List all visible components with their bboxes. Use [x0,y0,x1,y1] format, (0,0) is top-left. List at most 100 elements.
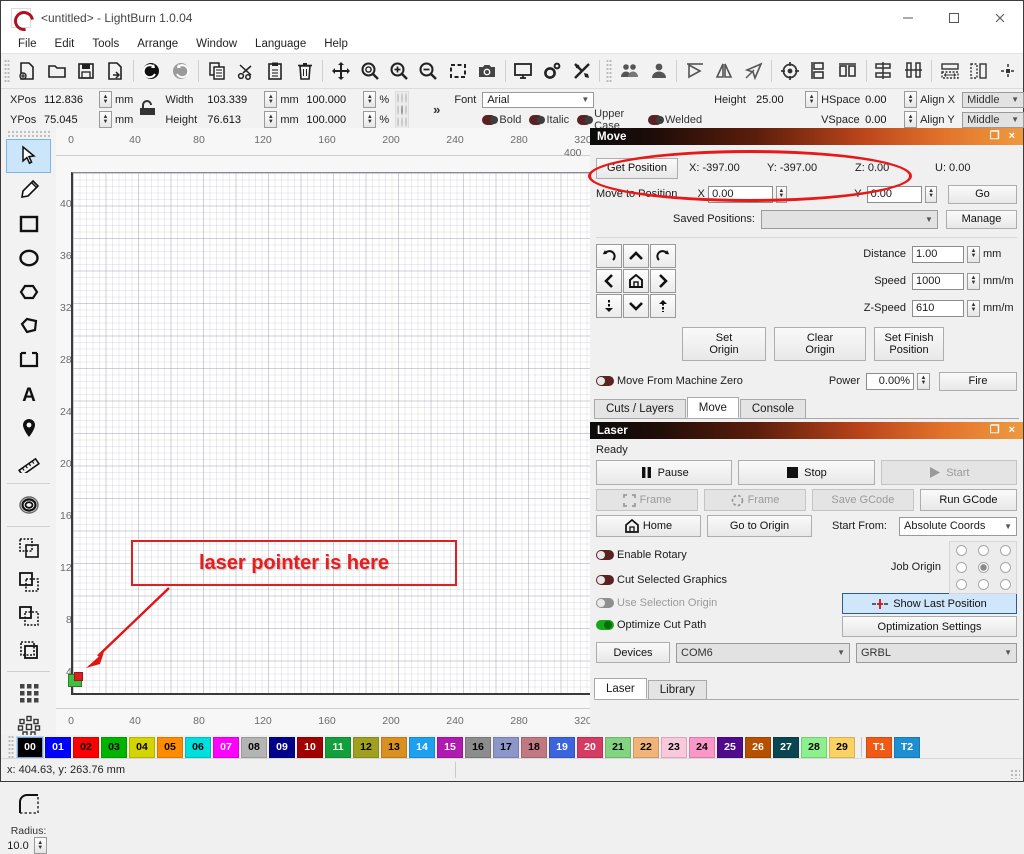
palette-swatch-25[interactable]: 25 [717,736,743,758]
tab-cuts-layers[interactable]: Cuts / Layers [594,399,686,418]
cut-button[interactable] [231,56,260,86]
center-page-button[interactable] [994,56,1023,86]
zspeed-stepper[interactable]: ▲ ▼ [967,299,980,317]
zspeed-input[interactable]: 610 [912,299,964,317]
work-area[interactable] [71,172,590,695]
anchor-point-grid[interactable] [395,90,410,129]
go-to-origin-button[interactable]: Go to Origin [707,515,812,537]
fillet-tool[interactable] [6,787,51,821]
start-from-select[interactable]: Absolute Coords ▼ [899,516,1017,536]
vspace-value[interactable]: 0.00 [865,114,901,126]
palette-swatch-15[interactable]: 15 [437,736,463,758]
palette-swatch-06[interactable]: 06 [185,736,211,758]
set-origin-button[interactable]: Set Origin [682,327,766,361]
tab-laser[interactable]: Laser [594,678,647,699]
radius-stepper[interactable]: ▲ ▼ [33,837,47,854]
flip-vertical-button[interactable] [710,56,739,86]
redo-button[interactable] [166,56,195,86]
palette-swatch-21[interactable]: 21 [605,736,631,758]
toolbar-grip[interactable] [606,59,612,83]
jog-rotate-cw[interactable] [650,244,676,268]
palette-swatch-05[interactable]: 05 [157,736,183,758]
measure-tool[interactable] [6,445,51,479]
frame-select-button[interactable] [443,56,472,86]
text-tool[interactable]: A [6,377,51,411]
palette-swatch-28[interactable]: 28 [801,736,827,758]
manage-button[interactable]: Manage [945,209,1017,229]
palette-swatch-10[interactable]: 10 [297,736,323,758]
devices-button[interactable]: Devices [596,642,670,663]
distribute-h-button[interactable] [870,56,899,86]
move-x-stepper[interactable]: ▲ ▼ [775,185,788,203]
palette-swatch-02[interactable]: 02 [73,736,99,758]
save-button[interactable] [71,56,100,86]
grid-array-tool[interactable] [6,676,51,710]
open-file-button[interactable] [42,56,71,86]
width-scale-stepper[interactable]: ▲ ▼ [363,91,377,108]
lock-aspect-button[interactable] [137,98,159,121]
speed-input[interactable]: 1000 [912,272,964,290]
jog-down[interactable] [623,294,649,318]
alignx-select[interactable]: Middle ▼ [962,91,1024,108]
job-origin-br[interactable] [999,578,1011,590]
camera-button[interactable] [472,56,501,86]
jog-right[interactable] [650,269,676,293]
palette-swatch-03[interactable]: 03 [101,736,127,758]
move-panel-close-button[interactable]: × [1009,131,1015,142]
device-settings-button[interactable] [538,56,567,86]
canvas-area[interactable]: 0 40 80 120 160 200 240 280 320 360 400 … [56,128,590,735]
fire-button[interactable]: Fire [939,371,1017,391]
tool-palette-grip[interactable] [7,130,50,137]
job-origin-tr[interactable] [999,544,1011,556]
palette-swatch-18[interactable]: 18 [521,736,547,758]
ypos-stepper[interactable]: ▲ ▼ [99,111,112,128]
job-origin-grid[interactable] [949,540,1017,594]
text-height-stepper[interactable]: ▲ ▼ [805,91,819,108]
palette-swatch-14[interactable]: 14 [409,736,435,758]
move-from-machine-zero-toggle[interactable] [596,376,614,386]
palette-swatch-22[interactable]: 22 [633,736,659,758]
preview-button[interactable] [508,56,537,86]
frame-round-button[interactable]: Frame [703,489,806,511]
job-origin-tc[interactable] [977,544,989,556]
palette-swatch-09[interactable]: 09 [269,736,295,758]
flip-horizontal-button[interactable] [680,56,709,86]
menu-help[interactable]: Help [315,36,357,52]
frame-square-button[interactable]: Frame [596,489,698,511]
freehand-tool[interactable] [6,309,51,343]
pause-button[interactable]: Pause [596,460,733,485]
align-left-button[interactable] [804,56,833,86]
palette-swatch-29[interactable]: 29 [829,736,855,758]
maximize-button[interactable] [931,1,977,34]
job-origin-bc[interactable] [977,578,989,590]
run-gcode-button[interactable]: Run GCode [919,489,1018,511]
get-position-button[interactable]: Get Position [596,157,678,179]
vspace-stepper[interactable]: ▲ ▼ [904,111,918,128]
anchor-tc[interactable] [401,92,404,103]
menu-window[interactable]: Window [187,36,246,52]
anchor-mc[interactable] [401,104,404,115]
jog-z-up[interactable] [650,294,676,318]
size-match-button[interactable] [935,56,964,86]
boolean-tool[interactable] [6,343,51,377]
profile-select[interactable]: GRBL ▼ [856,642,1017,663]
jog-up[interactable] [623,244,649,268]
position-tool[interactable] [6,411,51,445]
boolean-subtract-tool[interactable] [6,565,51,599]
menu-arrange[interactable]: Arrange [128,36,187,52]
palette-swatch-26[interactable]: 26 [745,736,771,758]
expand-toolbar-button[interactable]: » [433,102,440,117]
show-last-position-button[interactable]: Show Last Position [842,593,1017,614]
tab-library[interactable]: Library [647,680,707,699]
palette-swatch-23[interactable]: 23 [661,736,687,758]
palette-swatch-19[interactable]: 19 [549,736,575,758]
set-position-button[interactable] [775,56,804,86]
job-origin-bl[interactable] [955,578,967,590]
enable-rotary-toggle[interactable] [596,549,614,560]
go-button[interactable]: Go [947,184,1017,204]
aligny-select[interactable]: Middle ▼ [962,111,1024,128]
power-input[interactable]: 0.00% [866,372,914,390]
palette-swatch-24[interactable]: 24 [689,736,715,758]
export-button[interactable] [101,56,130,86]
palette-swatch-01[interactable]: 01 [45,736,71,758]
